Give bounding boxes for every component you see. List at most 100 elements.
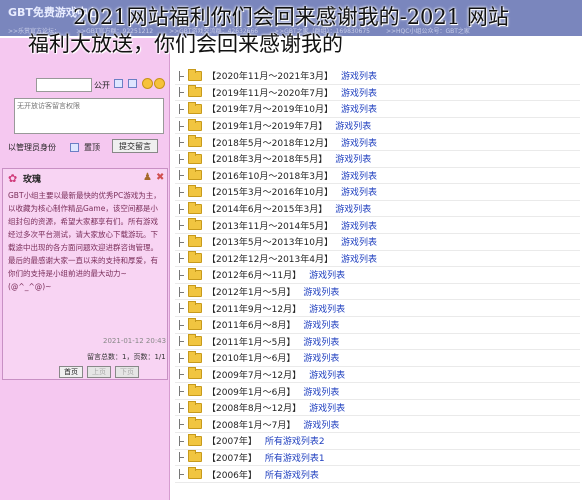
tree-branch-icon <box>175 87 185 98</box>
game-list-link[interactable]: 游戏列表 <box>335 152 371 165</box>
tree-branch-icon <box>175 303 185 314</box>
game-list-link[interactable]: 所有游戏列表2 <box>265 434 325 447</box>
folder-icon[interactable] <box>188 201 202 214</box>
folder-icon[interactable] <box>188 118 202 131</box>
game-list-link[interactable]: 游戏列表 <box>303 318 339 331</box>
tree-branch-icon <box>175 319 185 330</box>
game-list-link[interactable]: 游戏列表 <box>303 285 339 298</box>
game-list-link[interactable]: 游戏列表 <box>341 102 377 115</box>
prev-page-button[interactable]: 上页 <box>87 366 111 378</box>
tree-branch-icon <box>175 269 185 280</box>
flower-icon: ✿ <box>8 172 18 185</box>
period-label: 【2018年5月～2018年12月】 <box>207 138 333 149</box>
tree-branch-icon <box>175 70 185 81</box>
folder-icon[interactable] <box>188 317 202 330</box>
list-item: 【2016年10月～2018年3月】 游戏列表 <box>175 168 580 185</box>
emoji-icon[interactable] <box>142 78 153 89</box>
user-icon[interactable]: ♟ <box>143 172 152 183</box>
game-list-link[interactable]: 游戏列表 <box>341 69 377 82</box>
tree-branch-icon <box>175 469 185 480</box>
folder-icon[interactable] <box>188 135 202 148</box>
period-label: 【2020年11月～2021年3月】 <box>207 72 333 83</box>
folder-icon[interactable] <box>188 467 202 480</box>
tree-branch-icon <box>175 402 185 413</box>
folder-icon[interactable] <box>188 400 202 413</box>
folder-icon[interactable] <box>188 384 202 397</box>
period-label: 【2019年11月～2020年7月】 <box>207 88 333 99</box>
option-checkbox[interactable] <box>128 79 137 88</box>
game-list-link[interactable]: 游戏列表 <box>341 235 377 248</box>
game-list-link[interactable]: 游戏列表 <box>303 351 339 364</box>
public-checkbox[interactable] <box>114 79 123 88</box>
game-list-link[interactable]: 游戏列表 <box>341 252 377 265</box>
folder-icon[interactable] <box>188 218 202 231</box>
folder-icon[interactable] <box>188 68 202 81</box>
game-list-link[interactable]: 游戏列表 <box>341 169 377 182</box>
nickname-input[interactable] <box>36 78 92 92</box>
game-list-link[interactable]: 所有游戏列表1 <box>265 451 325 464</box>
admin-identity-checkbox[interactable] <box>70 143 79 152</box>
tree-branch-icon <box>175 120 185 131</box>
period-label: 【2011年1月～5月】 <box>207 337 296 348</box>
game-list-link[interactable]: 游戏列表 <box>341 86 377 99</box>
list-item: 【2011年6月～8月】 游戏列表 <box>175 317 580 334</box>
admin-identity-checkbox-label[interactable]: 以管理员身份 <box>8 142 56 153</box>
game-list-link[interactable]: 游戏列表 <box>335 202 371 215</box>
folder-icon[interactable] <box>188 184 202 197</box>
period-label: 【2009年7月～12月】 <box>207 370 302 381</box>
period-label: 【2012年1月～5月】 <box>207 288 296 299</box>
list-item: 【2019年1月～2019年7月】 游戏列表 <box>175 118 580 135</box>
list-item: 【2019年11月～2020年7月】 游戏列表 <box>175 85 580 102</box>
period-label: 【2011年9月～12月】 <box>207 304 302 315</box>
game-list-link[interactable]: 游戏列表 <box>335 119 371 132</box>
folder-icon[interactable] <box>188 350 202 363</box>
next-page-button[interactable]: 下页 <box>115 366 139 378</box>
game-list-link[interactable]: 游戏列表 <box>309 268 345 281</box>
folder-icon[interactable] <box>188 267 202 280</box>
game-list-link[interactable]: 游戏列表 <box>303 418 339 431</box>
period-label: 【2011年6月～8月】 <box>207 321 296 332</box>
first-page-button[interactable]: 首页 <box>59 366 83 378</box>
period-label: 【2013年5月～2013年10月】 <box>207 238 333 249</box>
tree-branch-icon <box>175 435 185 446</box>
folder-icon[interactable] <box>188 101 202 114</box>
game-list-link[interactable]: 游戏列表 <box>309 368 345 381</box>
list-item: 【2015年3月～2016年10月】 游戏列表 <box>175 184 580 201</box>
tree-branch-icon <box>175 103 185 114</box>
tree-branch-icon <box>175 452 185 463</box>
folder-icon[interactable] <box>188 284 202 297</box>
game-list-link[interactable]: 游戏列表 <box>309 401 345 414</box>
folder-icon[interactable] <box>188 301 202 314</box>
message-textarea[interactable] <box>14 98 164 134</box>
folder-icon[interactable] <box>188 168 202 181</box>
game-list-link[interactable]: 游戏列表 <box>303 385 339 398</box>
folder-icon[interactable] <box>188 151 202 164</box>
submit-message-button[interactable]: 提交留言 <box>112 139 158 153</box>
list-item: 【2012年1月～5月】 游戏列表 <box>175 284 580 301</box>
list-item: 【2006年】 所有游戏列表 <box>175 466 580 483</box>
game-list-link[interactable]: 游戏列表 <box>303 335 339 348</box>
folder-icon[interactable] <box>188 433 202 446</box>
game-list-link[interactable]: 游戏列表 <box>341 219 377 232</box>
tree-branch-icon <box>175 186 185 197</box>
public-label: 公开 <box>94 81 110 90</box>
folder-icon[interactable] <box>188 251 202 264</box>
emoji-icon[interactable] <box>154 78 165 89</box>
period-label: 【2007年】 <box>207 453 257 464</box>
folder-icon[interactable] <box>188 85 202 98</box>
period-label: 【2009年1月～6月】 <box>207 387 296 398</box>
delete-icon[interactable]: ✖ <box>156 172 164 183</box>
folder-icon[interactable] <box>188 450 202 463</box>
game-list-link[interactable]: 游戏列表 <box>341 136 377 149</box>
folder-icon[interactable] <box>188 234 202 247</box>
game-list-link[interactable]: 游戏列表 <box>341 185 377 198</box>
pin-checkbox-label[interactable]: 置顶 <box>84 142 100 153</box>
game-list: 【2020年11月～2021年3月】 游戏列表 【2019年11月～2020年7月】… <box>175 68 580 483</box>
period-label: 【2019年7月～2019年10月】 <box>207 105 333 116</box>
message-author: 玫瑰 <box>23 175 42 185</box>
game-list-link[interactable]: 所有游戏列表 <box>265 468 319 481</box>
folder-icon[interactable] <box>188 367 202 380</box>
game-list-link[interactable]: 游戏列表 <box>309 302 345 315</box>
folder-icon[interactable] <box>188 334 202 347</box>
folder-icon[interactable] <box>188 417 202 430</box>
